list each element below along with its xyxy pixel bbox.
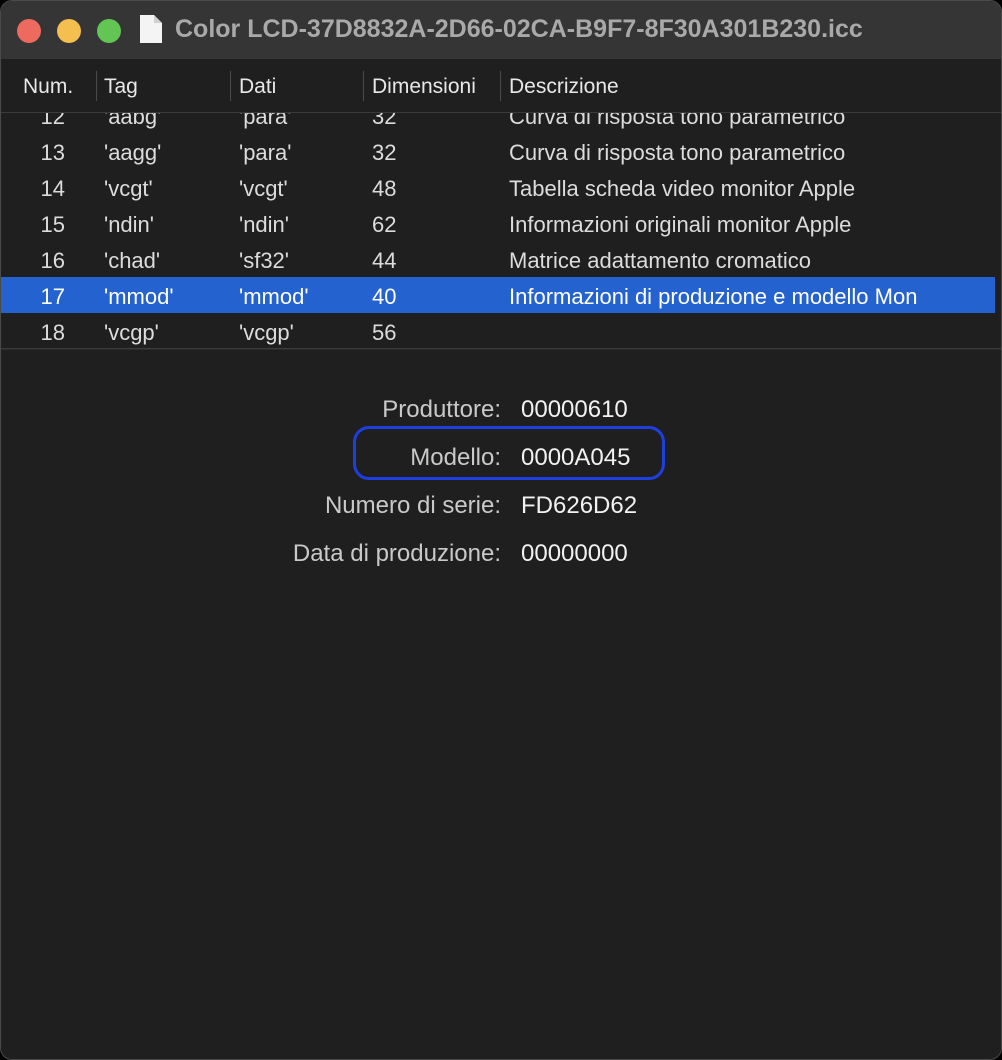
- cell-descrizione: Curva di risposta tono parametrico: [509, 140, 846, 165]
- detail-label: Produttore:: [382, 396, 501, 423]
- detail-row-produttore: Produttore: 00000610: [1, 390, 1001, 430]
- table-row-selected[interactable]: 17 'mmod' 'mmod' 40 Informazioni di prod…: [1, 277, 995, 313]
- column-divider[interactable]: [500, 71, 501, 101]
- column-divider[interactable]: [96, 71, 97, 101]
- detail-row-numero-di-serie: Numero di serie: FD626D62: [1, 486, 1001, 526]
- cell-dimensioni: 62: [372, 212, 397, 237]
- column-divider[interactable]: [363, 71, 364, 101]
- window-title: Color LCD-37D8832A-2D66-02CA-B9F7-8F30A3…: [175, 15, 863, 43]
- table-row[interactable]: 15 'ndin' 'ndin' 62 Informazioni origina…: [1, 205, 995, 241]
- column-header-dimensioni[interactable]: Dimensioni: [372, 75, 476, 99]
- zoom-button[interactable]: [97, 19, 121, 43]
- cell-num: 12: [40, 113, 65, 129]
- cell-dati: 'mmod': [239, 284, 309, 309]
- table-header: Num. Tag Dati Dimensioni Descrizione: [1, 59, 1001, 113]
- detail-label: Numero di serie:: [324, 492, 501, 519]
- document-icon: [140, 15, 162, 43]
- column-header-dati[interactable]: Dati: [239, 75, 276, 99]
- detail-value: 00000610: [521, 396, 628, 423]
- icc-profile-window: Color LCD-37D8832A-2D66-02CA-B9F7-8F30A3…: [0, 0, 1002, 1060]
- detail-label: Data di produzione:: [292, 540, 501, 567]
- column-header-descrizione[interactable]: Descrizione: [509, 75, 619, 99]
- column-header-num[interactable]: Num.: [23, 75, 73, 99]
- column-divider[interactable]: [230, 71, 231, 101]
- cell-tag: 'aabg': [104, 113, 162, 129]
- tag-table[interactable]: 12 'aabg' 'para' 32 Curva di risposta to…: [1, 113, 1001, 347]
- detail-row-data-di-produzione: Data di produzione: 00000000: [1, 534, 1001, 574]
- cell-descrizione: Informazioni di produzione e modello Mon: [509, 284, 918, 309]
- cell-descrizione: Tabella scheda video monitor Apple: [509, 176, 856, 201]
- table-row[interactable]: 12 'aabg' 'para' 32 Curva di risposta to…: [1, 113, 995, 133]
- detail-value: FD626D62: [521, 492, 638, 519]
- cell-num: 18: [40, 320, 65, 345]
- cell-tag: 'aagg': [104, 140, 162, 165]
- cell-num: 17: [40, 284, 65, 309]
- detail-value: 00000000: [521, 540, 628, 567]
- cell-dati: 'para': [239, 113, 292, 129]
- cell-dimensioni: 56: [372, 320, 397, 345]
- cell-tag: 'mmod': [104, 284, 174, 309]
- table-row[interactable]: 14 'vcgt' 'vcgt' 48 Tabella scheda video…: [1, 169, 995, 205]
- cell-dimensioni: 40: [372, 284, 397, 309]
- cell-num: 16: [40, 248, 65, 273]
- cell-dimensioni: 32: [372, 140, 397, 165]
- cell-dati: 'para': [239, 140, 292, 165]
- highlight-ring: [353, 426, 665, 480]
- cell-dati: 'ndin': [239, 212, 289, 237]
- cell-descrizione: Matrice adattamento cromatico: [509, 248, 812, 273]
- cell-dati: 'vcgt': [239, 176, 288, 201]
- cell-tag: 'vcgp': [104, 320, 159, 345]
- cell-descrizione: Curva di risposta tono parametrico: [509, 113, 846, 129]
- cell-num: 14: [40, 176, 65, 201]
- cell-tag: 'vcgt': [104, 176, 153, 201]
- cell-tag: 'chad': [104, 248, 161, 273]
- cell-dimensioni: 48: [372, 176, 397, 201]
- table-row[interactable]: 18 'vcgp' 'vcgp' 56: [1, 313, 995, 347]
- cell-dati: 'vcgp': [239, 320, 294, 345]
- column-header-tag[interactable]: Tag: [104, 75, 138, 99]
- cell-dimensioni: 44: [372, 248, 397, 273]
- minimize-button[interactable]: [57, 19, 81, 43]
- cell-num: 13: [40, 140, 65, 165]
- cell-descrizione: Informazioni originali monitor Apple: [509, 212, 852, 237]
- cell-num: 15: [40, 212, 65, 237]
- title-bar[interactable]: Color LCD-37D8832A-2D66-02CA-B9F7-8F30A3…: [1, 1, 1001, 59]
- table-row[interactable]: 13 'aagg' 'para' 32 Curva di risposta to…: [1, 133, 995, 169]
- cell-tag: 'ndin': [104, 212, 154, 237]
- cell-dimensioni: 32: [372, 113, 397, 129]
- close-button[interactable]: [17, 19, 41, 43]
- cell-dati: 'sf32': [239, 248, 289, 273]
- table-row[interactable]: 16 'chad' 'sf32' 44 Matrice adattamento …: [1, 241, 995, 277]
